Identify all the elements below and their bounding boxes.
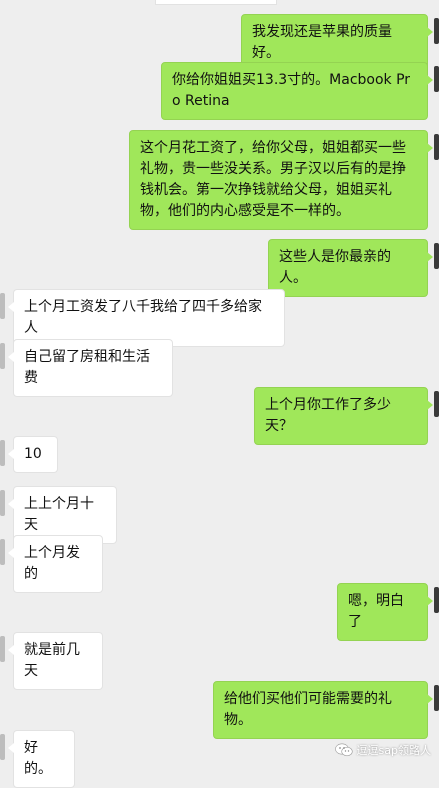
message-row-outgoing: 这个月花工资了，给你父母，姐姐都买一些礼物，贵一些没关系。男子汉以后有的是挣钱机… [0,130,439,230]
contact-avatar[interactable] [0,490,5,516]
watermark-text: 逗逗sap领路人 [356,744,431,757]
incoming-message-bubble[interactable]: 10 [8,436,58,473]
user-avatar[interactable] [434,134,439,160]
message-row-outgoing: 你给你姐姐买13.3寸的。Macbook Pro Retina [0,62,439,120]
message-row-outgoing: 给他们买他们可能需要的礼物。 [0,681,439,739]
watermark: 逗逗sap领路人 [334,742,431,758]
wechat-icon [334,743,353,757]
message-row-outgoing: 嗯，明白了 [0,583,439,641]
outgoing-message-bubble[interactable]: 这个月花工资了，给你父母，姐姐都买一些礼物，贵一些没关系。男子汉以后有的是挣钱机… [129,130,433,230]
incoming-message-bubble[interactable]: 好的。 [8,730,75,788]
user-avatar[interactable] [434,587,439,613]
message-row-incoming: 就是前几天 [0,632,439,690]
message-row-outgoing: 这些人是你最亲的人。 [0,239,439,297]
user-avatar[interactable] [434,391,439,417]
chat-area[interactable]: 我发现还是苹果的质量好。 你给你姐姐买13.3寸的。Macbook Pro Re… [0,0,439,788]
user-avatar[interactable] [434,685,439,711]
contact-avatar[interactable] [0,343,5,369]
message-row-incoming: 10 [0,436,439,473]
message-row-incoming: 上上个月十天 [0,486,439,544]
outgoing-message-bubble[interactable]: 你给你姐姐买13.3寸的。Macbook Pro Retina [161,62,433,120]
contact-avatar[interactable] [0,636,5,662]
message-row-incoming: 上个月工资发了八千我给了四千多给家人 [0,289,439,347]
contact-avatar[interactable] [0,734,5,760]
contact-avatar[interactable] [0,293,5,319]
message-row-incoming: 自己留了房租和生活费 [0,339,439,397]
contact-avatar[interactable] [0,440,5,466]
user-avatar[interactable] [434,66,439,92]
user-avatar[interactable] [434,18,439,44]
user-avatar[interactable] [434,243,439,269]
message-row-outgoing: 我发现还是苹果的质量好。 [0,14,439,72]
message-row-outgoing: 上个月你工作了多少天？ [0,387,439,445]
message-row-incoming: 上个月发的 [0,535,439,593]
contact-avatar[interactable] [0,539,5,565]
previous-message-edge [155,0,277,5]
